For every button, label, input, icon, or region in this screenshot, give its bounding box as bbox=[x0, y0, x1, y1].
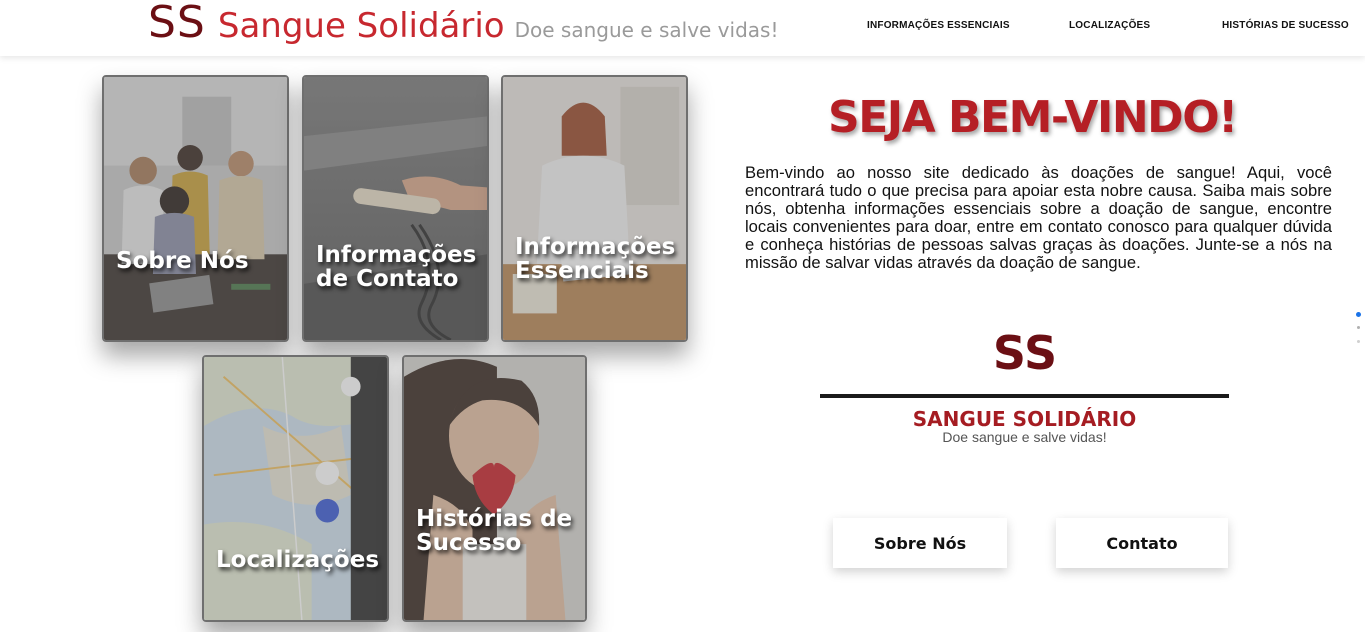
nav-historias-de-sucesso[interactable]: HISTÓRIAS DE SUCESSO bbox=[1222, 20, 1349, 31]
brand-name: SANGUE SOLIDÁRIO bbox=[912, 407, 1137, 431]
card-title: Informações de Contato bbox=[316, 242, 477, 292]
card-localizacoes[interactable]: Localizações bbox=[202, 355, 389, 622]
card-title: Informações Essenciais bbox=[515, 234, 676, 284]
scroll-dot[interactable] bbox=[1357, 326, 1360, 329]
logo-mark: SS bbox=[148, 0, 206, 48]
card-title: Localizações bbox=[216, 547, 380, 573]
nav-informacoes-essenciais[interactable]: INFORMAÇÕES ESSENCIAIS bbox=[867, 20, 1010, 31]
card-informacoes-de-contato[interactable]: Informações de Contato bbox=[302, 75, 489, 342]
welcome-title: SEJA BEM-VINDO! bbox=[828, 92, 1238, 143]
card-title: Sobre Nós bbox=[116, 248, 249, 274]
brand-mark: SS bbox=[992, 326, 1058, 380]
intro-paragraph: Bem-vindo ao nosso site dedicado às doaç… bbox=[745, 163, 1332, 272]
card-historias-de-sucesso[interactable]: Histórias de Sucesso bbox=[402, 355, 587, 622]
brand-divider bbox=[820, 394, 1229, 398]
card-sobre-nos[interactable]: Sobre Nós bbox=[102, 75, 289, 342]
nav-localizacoes[interactable]: LOCALIZAÇÕES bbox=[1069, 20, 1150, 31]
contato-button[interactable]: Contato bbox=[1056, 518, 1228, 568]
brand-tagline: Doe sangue e salve vidas! bbox=[942, 429, 1107, 445]
site-logo[interactable]: SS Sangue Solidário Doe sangue e salve v… bbox=[148, 0, 778, 50]
scroll-dot[interactable] bbox=[1357, 340, 1360, 343]
site-tagline: Doe sangue e salve vidas! bbox=[514, 18, 779, 42]
site-header: SS Sangue Solidário Doe sangue e salve v… bbox=[0, 0, 1365, 56]
site-name: Sangue Solidário bbox=[217, 6, 505, 46]
card-title: Histórias de Sucesso bbox=[416, 506, 573, 556]
sobre-nos-button[interactable]: Sobre Nós bbox=[833, 518, 1007, 568]
scroll-dot-active[interactable] bbox=[1356, 312, 1361, 317]
card-informacoes-essenciais[interactable]: Informações Essenciais bbox=[501, 75, 688, 342]
